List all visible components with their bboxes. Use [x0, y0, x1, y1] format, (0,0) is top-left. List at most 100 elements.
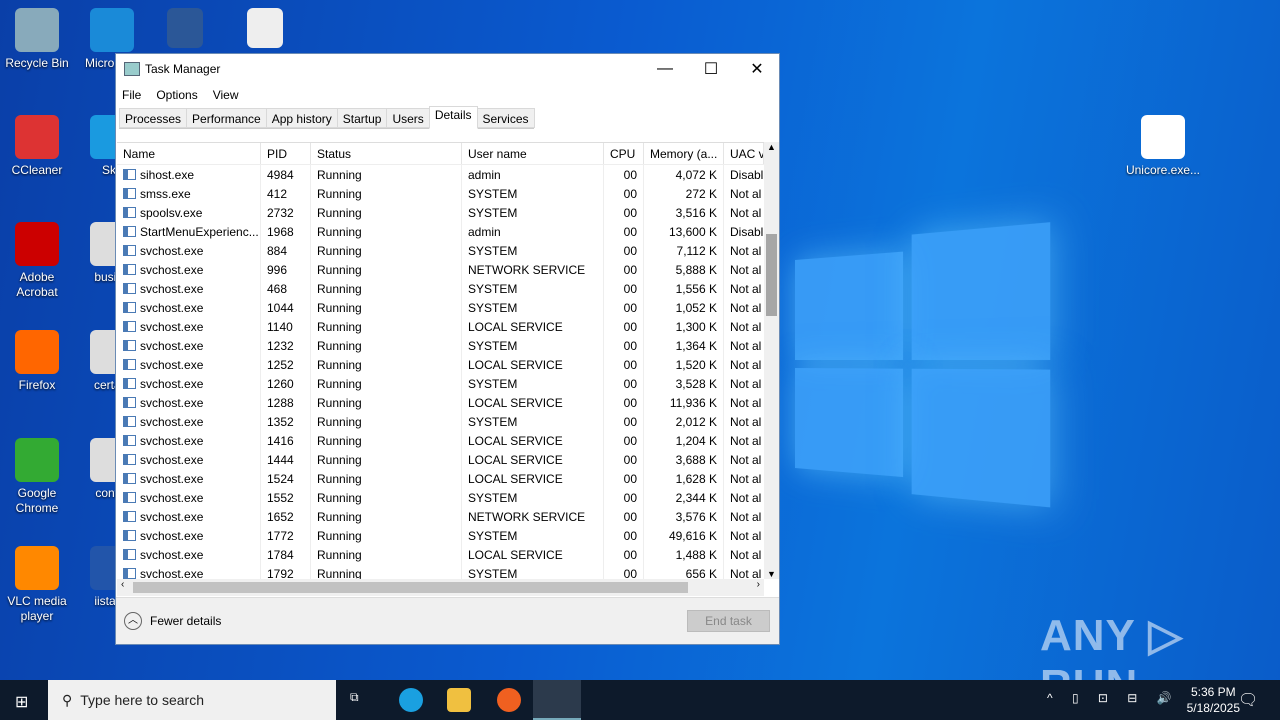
table-row[interactable]: svchost.exe 1252 Running LOCAL SERVICE 00 1,5…: [117, 355, 764, 374]
task-view-icon[interactable]: ⧉: [350, 690, 359, 705]
table-row[interactable]: svchost.exe 1652 Running NETWORK SERVICE 00 3…: [117, 507, 764, 526]
desktop-file-icon[interactable]: [165, 8, 205, 52]
cell-memory: 1,628 K: [644, 469, 724, 488]
table-row[interactable]: svchost.exe 1140 Running LOCAL SERVICE 00 1,3…: [117, 317, 764, 336]
cell-uac: Not al: [730, 433, 762, 448]
cell-user: SYSTEM: [462, 488, 604, 507]
tab-processes[interactable]: Processes: [119, 108, 188, 128]
table-row[interactable]: sihost.exe 4984 Running admin 00 4,072 K Disab…: [117, 165, 764, 184]
search-box[interactable]: ⚲ Type here to search: [48, 680, 336, 720]
column-header[interactable]: User name: [462, 143, 604, 164]
notifications-icon[interactable]: 🗨: [1238, 690, 1258, 710]
file-explorer-icon[interactable]: [447, 688, 471, 712]
table-row[interactable]: svchost.exe 468 Running SYSTEM 00 1,556 K Not …: [117, 279, 764, 298]
cell-status: Running: [311, 317, 462, 336]
table-row[interactable]: svchost.exe 1260 Running SYSTEM 00 3,528 K Not…: [117, 374, 764, 393]
h-scroll-thumb[interactable]: [133, 582, 688, 593]
menu-view[interactable]: View: [213, 88, 239, 102]
desktop-icon[interactable]: Adobe Acrobat: [0, 222, 74, 300]
search-icon: ⚲: [62, 691, 73, 708]
close-button[interactable]: ✕: [734, 54, 780, 84]
table-row[interactable]: StartMenuExperienc... 1968 Running admin 00 1…: [117, 222, 764, 241]
table-row[interactable]: svchost.exe 1444 Running LOCAL SERVICE 00 3,6…: [117, 450, 764, 469]
cell-user: NETWORK SERVICE: [462, 507, 604, 526]
tray-icons[interactable]: ^ ▯ ⊡ ⊟ 🔊: [1047, 691, 1180, 705]
cell-cpu: 00: [604, 507, 644, 526]
cell-name: svchost.exe: [117, 526, 261, 545]
table-row[interactable]: svchost.exe 1352 Running SYSTEM 00 2,012 K Not…: [117, 412, 764, 431]
cell-uac: Not al: [730, 205, 762, 220]
clock[interactable]: 5:36 PM 5/18/2025: [1187, 684, 1240, 716]
date: 5/18/2025: [1186, 701, 1240, 715]
menu-options[interactable]: Options: [156, 88, 197, 102]
tab-users[interactable]: Users: [386, 108, 430, 128]
process-name: svchost.exe: [140, 452, 204, 467]
table-row[interactable]: svchost.exe 1784 Running LOCAL SERVICE 00 1,4…: [117, 545, 764, 564]
process-icon: [123, 340, 136, 351]
desktop-icon[interactable]: CCleaner: [0, 115, 74, 178]
task-manager-icon: [124, 62, 140, 76]
cell-name: sihost.exe: [117, 165, 261, 184]
table-row[interactable]: svchost.exe 1792 Running SYSTEM 00 656 K Not a…: [117, 564, 764, 579]
tab-startup[interactable]: Startup: [336, 108, 388, 128]
menu-bar: File Options View: [116, 84, 779, 106]
horizontal-scrollbar[interactable]: ‹ ›: [117, 579, 764, 596]
cell-status: Running: [311, 545, 462, 564]
end-task-button[interactable]: End task: [687, 610, 770, 632]
cell-user: SYSTEM: [462, 241, 604, 260]
cell-name: svchost.exe: [117, 374, 261, 393]
desktop-icon[interactable]: Google Chrome: [0, 438, 74, 516]
table-row[interactable]: svchost.exe 1416 Running LOCAL SERVICE 00 1,2…: [117, 431, 764, 450]
cell-pid: 1288: [261, 393, 311, 412]
desktop-icon[interactable]: VLC media player: [0, 546, 74, 624]
cell-memory: 1,556 K: [644, 279, 724, 298]
menu-file[interactable]: File: [122, 88, 141, 102]
table-row[interactable]: spoolsv.exe 2732 Running SYSTEM 00 3,516 K Not…: [117, 203, 764, 222]
firefox-icon[interactable]: [497, 688, 521, 712]
tab-performance[interactable]: Performance: [186, 108, 267, 128]
column-header[interactable]: PID: [261, 143, 311, 164]
column-header[interactable]: Status: [311, 143, 462, 164]
desktop-file-icon[interactable]: [245, 8, 285, 52]
minimize-button[interactable]: —: [642, 54, 688, 84]
vertical-scrollbar[interactable]: ▲ ▼: [764, 142, 779, 579]
start-button[interactable]: ⊞: [15, 692, 28, 712]
cell-name: svchost.exe: [117, 488, 261, 507]
tab-details[interactable]: Details: [428, 106, 478, 129]
maximize-button[interactable]: ☐: [688, 54, 734, 84]
scroll-thumb[interactable]: [766, 234, 777, 316]
table-row[interactable]: svchost.exe 884 Running SYSTEM 00 7,112 K Not …: [117, 241, 764, 260]
table-row[interactable]: svchost.exe 1524 Running LOCAL SERVICE 00 1,6…: [117, 469, 764, 488]
process-name: svchost.exe: [140, 414, 204, 429]
cell-uac: Not al: [730, 547, 762, 562]
process-icon: [123, 188, 136, 199]
desktop-icon[interactable]: Firefox: [0, 330, 74, 393]
table-row[interactable]: smss.exe 412 Running SYSTEM 00 272 K Not al: [117, 184, 764, 203]
table-row[interactable]: svchost.exe 996 Running NETWORK SERVICE 00 5,…: [117, 260, 764, 279]
table-row[interactable]: svchost.exe 1772 Running SYSTEM 00 49,616 K No…: [117, 526, 764, 545]
column-header[interactable]: CPU: [604, 143, 644, 164]
column-header[interactable]: UAC v: [724, 143, 764, 164]
table-row[interactable]: svchost.exe 1552 Running SYSTEM 00 2,344 K Not…: [117, 488, 764, 507]
task-manager-taskbar-button[interactable]: [533, 680, 581, 720]
edge-icon[interactable]: [399, 688, 423, 712]
tab-services[interactable]: Services: [476, 108, 535, 128]
desktop-icon[interactable]: Recycle Bin: [0, 8, 74, 71]
column-header[interactable]: Name: [117, 143, 261, 164]
fewer-details-button[interactable]: ︿ Fewer details: [124, 612, 221, 630]
cell-uac: Not al: [730, 186, 762, 201]
cell-memory: 49,616 K: [644, 526, 724, 545]
cell-name: svchost.exe: [117, 507, 261, 526]
column-header[interactable]: Memory (a...: [644, 143, 724, 164]
desktop-icon-label: Recycle Bin: [5, 56, 69, 70]
table-row[interactable]: svchost.exe 1232 Running SYSTEM 00 1,364 K Not…: [117, 336, 764, 355]
cell-name: svchost.exe: [117, 260, 261, 279]
process-icon: [123, 283, 136, 294]
process-name: svchost.exe: [140, 262, 204, 277]
cell-user: NETWORK SERVICE: [462, 260, 604, 279]
table-row[interactable]: svchost.exe 1044 Running SYSTEM 00 1,052 K Not…: [117, 298, 764, 317]
tab-app-history[interactable]: App history: [265, 108, 338, 128]
process-name: svchost.exe: [140, 357, 204, 372]
desktop-icon[interactable]: Unicore.exe...: [1125, 115, 1201, 178]
table-row[interactable]: svchost.exe 1288 Running LOCAL SERVICE 00 11,…: [117, 393, 764, 412]
